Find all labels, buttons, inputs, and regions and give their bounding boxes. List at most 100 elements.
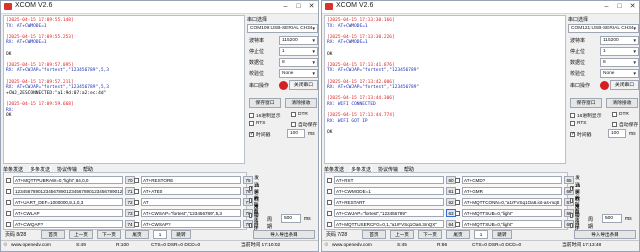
save-window-button[interactable]: 保存窗口: [570, 98, 602, 108]
row-hex-checkbox[interactable]: [327, 177, 332, 183]
save-window-button[interactable]: 保存窗口: [249, 98, 281, 108]
clear-receive-button[interactable]: 清除接收: [285, 98, 317, 108]
row-hex-checkbox[interactable]: [6, 221, 11, 227]
website-link[interactable]: www.openedv.com: [11, 241, 51, 251]
hex-show-checkbox[interactable]: 16进制显示: [249, 112, 281, 119]
data-select[interactable]: 8 ▼: [279, 58, 318, 67]
send-command-input[interactable]: AT+CWJAP="fortest","123456789": [334, 209, 444, 217]
dtr-checkbox[interactable]: DTR: [291, 112, 308, 117]
port-select[interactable]: COM121:USB-SERIAL CH34 ▼: [568, 24, 639, 33]
next-page-button[interactable]: 下一页: [418, 230, 442, 239]
row-hex-checkbox[interactable]: [6, 199, 11, 205]
timestamp-checkbox[interactable]: 时间戳: [570, 131, 591, 138]
settings-icon[interactable]: ⚙: [324, 241, 328, 251]
maximize-icon[interactable]: □: [613, 1, 626, 13]
send-command-input[interactable]: AT+CMD?: [462, 176, 562, 184]
timestamp-ms-input[interactable]: 100: [287, 129, 305, 138]
send-command-input[interactable]: AT+RST: [334, 176, 444, 184]
jump-button[interactable]: 跳转: [171, 230, 191, 239]
page-jump-input[interactable]: 1: [153, 230, 167, 239]
minimize-icon[interactable]: –: [279, 1, 292, 13]
send-command-input[interactable]: AT+RESTART: [334, 198, 444, 206]
baud-select[interactable]: 115200 ▼: [279, 36, 318, 45]
row-hex-checkbox[interactable]: [455, 199, 460, 205]
row-hex-checkbox[interactable]: [6, 210, 11, 216]
row-hex-checkbox[interactable]: [134, 210, 139, 216]
send-command-input[interactable]: AT+CWLAP: [13, 209, 123, 217]
close-port-button[interactable]: 关闭串口: [610, 80, 639, 90]
row-hex-checkbox[interactable]: [134, 188, 139, 194]
row-hex-checkbox[interactable]: [455, 221, 460, 227]
send-command-input[interactable]: AT+CWMODE=1: [334, 187, 444, 195]
row-hex-checkbox[interactable]: [6, 188, 11, 194]
period-input[interactable]: 500: [281, 214, 301, 223]
send-command-input[interactable]: AT+CWSAP?: [141, 220, 241, 228]
close-port-button[interactable]: 关闭串口: [289, 80, 318, 90]
receive-log[interactable]: [2025-04-15 17:09:55.148] TX: AT+CWMODE=1…: [3, 15, 245, 164]
timestamp-ms-input[interactable]: 100: [608, 129, 626, 138]
row-hex-checkbox[interactable]: [134, 199, 139, 205]
stop-select[interactable]: 1 ▼: [600, 47, 639, 56]
row-hex-checkbox[interactable]: [455, 210, 460, 216]
last-page-button[interactable]: 尾页: [446, 230, 470, 239]
close-icon[interactable]: ✕: [305, 1, 318, 13]
send-command-input[interactable]: AT+MQTTSUB=0,"light": [462, 209, 562, 217]
import-export-button[interactable]: 导入导出条目: [574, 230, 636, 239]
baud-label: 波特率: [249, 38, 265, 44]
parity-select[interactable]: None ▼: [279, 69, 318, 78]
row-hex-checkbox[interactable]: [455, 177, 460, 183]
period-input[interactable]: 500: [602, 214, 622, 223]
close-icon[interactable]: ✕: [626, 1, 639, 13]
send-command-input[interactable]: AT: [141, 198, 241, 206]
row-hex-checkbox[interactable]: [327, 199, 332, 205]
first-page-button[interactable]: 首页: [362, 230, 386, 239]
clear-receive-button[interactable]: 清除接收: [606, 98, 638, 108]
send-command-input[interactable]: AT+GMR: [462, 187, 562, 195]
current-time: 当前时间 17:10:02: [241, 243, 281, 248]
row-hex-checkbox[interactable]: [134, 177, 139, 183]
baud-select[interactable]: 115200 ▼: [600, 36, 639, 45]
first-page-button[interactable]: 首页: [41, 230, 65, 239]
auto-save-checkbox[interactable]: 自动保存: [612, 121, 638, 128]
prev-page-button[interactable]: 上一页: [390, 230, 414, 239]
row-hex-checkbox[interactable]: [327, 221, 332, 227]
port-select[interactable]: COM109:USB-SERIAL CH34 ▼: [247, 24, 318, 33]
data-select[interactable]: 8 ▼: [600, 58, 639, 67]
dtr-checkbox[interactable]: DTR: [612, 112, 629, 117]
row-hex-checkbox[interactable]: [134, 221, 139, 227]
send-command-input[interactable]: AT+MQTTCONN=0,"a1rFVSq1Oa6.iot-as-mqtt: [462, 198, 562, 206]
send-command-input[interactable]: AT+RESTORE: [141, 176, 241, 184]
jump-button[interactable]: 跳转: [492, 230, 512, 239]
send-command-input[interactable]: AT+ATE0: [141, 187, 241, 195]
send-command-input[interactable]: AT+MQTTUSERCFG=0,1,"a1rFVSq1Oa6.3mQX": [334, 220, 444, 228]
row-hex-checkbox[interactable]: [6, 177, 11, 183]
page-jump-input[interactable]: 1: [474, 230, 488, 239]
multi-send-box: AT+MQTTPUBRAW=0,"light",84,0,0 70 12345678…: [3, 172, 253, 230]
sent-count: S:49: [76, 243, 86, 248]
auto-save-checkbox[interactable]: 自动保存: [291, 121, 317, 128]
send-command-input[interactable]: AT+CWSAP="fortest","123456789",5,3: [141, 209, 241, 217]
send-command-input[interactable]: 1234567890123456789012345678901234567890…: [13, 187, 123, 195]
maximize-icon[interactable]: □: [292, 1, 305, 13]
parity-select[interactable]: None ▼: [600, 69, 639, 78]
stop-select[interactable]: 1 ▼: [279, 47, 318, 56]
minimize-icon[interactable]: –: [600, 1, 613, 13]
send-command-input[interactable]: AT+MQTTPUBRAW=0,"light",84,0,0: [13, 176, 123, 184]
row-hex-checkbox[interactable]: [327, 188, 332, 194]
send-command-input[interactable]: AT+UART_DEF=1000000,8,1,0,3: [13, 198, 123, 206]
send-command-input[interactable]: AT+CWQAP?: [13, 220, 123, 228]
last-page-button[interactable]: 尾页: [125, 230, 149, 239]
receive-log[interactable]: [2025-04-15 17:13:30.166] TX: AT+CWMODE=1…: [324, 15, 566, 164]
row-hex-checkbox[interactable]: [327, 210, 332, 216]
row-hex-checkbox[interactable]: [455, 188, 460, 194]
send-command-input[interactable]: AT+MQTTSUB=0,"light": [462, 220, 562, 228]
rts-checkbox[interactable]: RTS: [570, 121, 587, 126]
prev-page-button[interactable]: 上一页: [69, 230, 93, 239]
website-link[interactable]: www.openedv.com: [332, 241, 372, 251]
import-export-button[interactable]: 导入导出条目: [253, 230, 315, 239]
timestamp-checkbox[interactable]: 时间戳: [249, 131, 270, 138]
hex-show-checkbox[interactable]: 16进制显示: [570, 112, 602, 119]
settings-icon[interactable]: ⚙: [3, 241, 7, 251]
next-page-button[interactable]: 下一页: [97, 230, 121, 239]
rts-checkbox[interactable]: RTS: [249, 121, 266, 126]
